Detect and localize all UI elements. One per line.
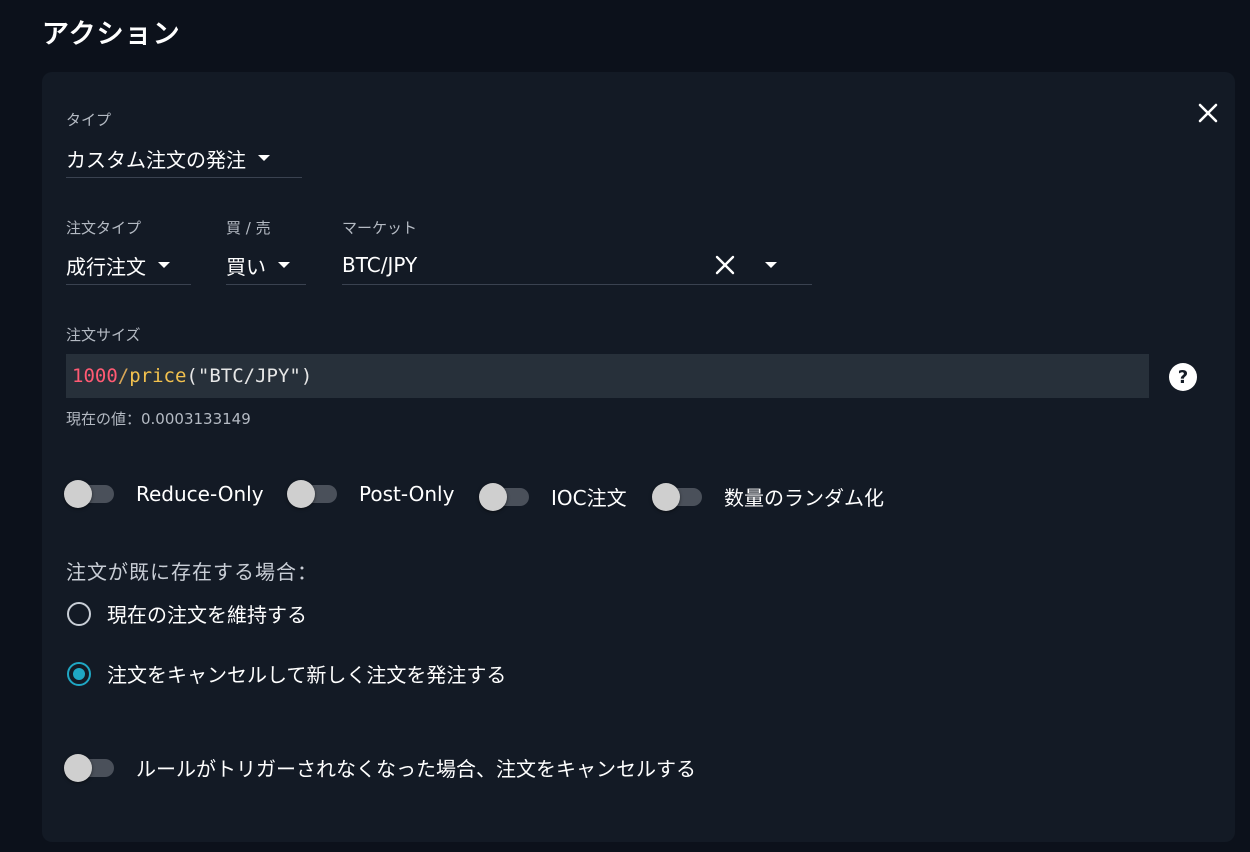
cancel-when-untriggered-label: ルールがトリガーされなくなった場合、注文をキャンセルする (136, 757, 696, 781)
market-value: BTC/JPY (342, 253, 418, 277)
order-size-formula[interactable]: 1000/price("BTC/JPY") (66, 354, 1149, 398)
toggle-track (64, 753, 114, 782)
side-field: 買 / 売 買い (226, 217, 306, 287)
market-select[interactable]: BTC/JPY (342, 246, 812, 285)
toggle-track (479, 482, 529, 511)
order-type-label: 注文タイプ (66, 219, 142, 237)
formula-operator: / (117, 365, 130, 387)
reduce-only-label: Reduce-Only (136, 482, 264, 506)
caret-down-icon (278, 262, 290, 268)
radio-keep-order-label: 現在の注文を維持する (107, 603, 307, 627)
toggle-track (652, 482, 702, 511)
radio-cancel-and-replace[interactable]: 注文をキャンセルして新しく注文を発注する (67, 659, 506, 688)
close-icon[interactable] (1195, 100, 1221, 126)
toggle-thumb (479, 482, 507, 511)
ioc-label: IOC注文 (551, 486, 627, 510)
reduce-only-toggle[interactable]: Reduce-Only (64, 480, 264, 508)
formula-paren-open: ( (186, 365, 198, 387)
type-select[interactable]: カスタム注文の発注 (66, 139, 302, 178)
toggle-thumb (287, 480, 315, 508)
caret-down-icon (258, 155, 270, 161)
toggle-thumb (64, 480, 92, 508)
order-type-select[interactable]: 成行注文 (66, 246, 191, 285)
type-value: カスタム注文の発注 (66, 147, 246, 172)
existing-order-label: 注文が既に存在する場合： (66, 560, 318, 584)
side-value: 買い (226, 254, 266, 279)
order-type-field: 注文タイプ 成行注文 (66, 217, 191, 287)
ioc-toggle[interactable]: IOC注文 (479, 482, 627, 511)
type-label: タイプ (66, 111, 112, 129)
help-icon[interactable]: ? (1169, 363, 1197, 391)
caret-down-icon (158, 262, 170, 268)
toggle-track (64, 480, 114, 508)
randomize-label: 数量のランダム化 (724, 486, 884, 510)
radio-keep-order[interactable]: 現在の注文を維持する (67, 599, 307, 628)
svg-text:?: ? (1178, 367, 1188, 388)
post-only-toggle[interactable]: Post-Only (287, 480, 455, 508)
radio-circle-checked (67, 661, 91, 686)
formula-paren-close: ) (300, 365, 313, 387)
post-only-label: Post-Only (359, 482, 455, 506)
toggle-track (287, 480, 337, 508)
side-label: 買 / 売 (226, 219, 271, 237)
cancel-when-untriggered-toggle[interactable]: ルールがトリガーされなくなった場合、注文をキャンセルする (64, 753, 696, 782)
randomize-toggle[interactable]: 数量のランダム化 (652, 482, 884, 511)
order-type-value: 成行注文 (66, 254, 146, 279)
toggle-thumb (652, 482, 680, 511)
formula-string: "BTC/JPY" (197, 365, 301, 387)
action-card: タイプ カスタム注文の発注 注文タイプ 成行注文 買 / 売 買い マーケット … (42, 72, 1235, 842)
radio-cancel-and-replace-label: 注文をキャンセルして新しく注文を発注する (107, 663, 507, 687)
order-size-label: 注文サイズ (66, 326, 141, 344)
type-field: タイプ カスタム注文の発注 (66, 109, 302, 179)
radio-circle (67, 601, 91, 626)
caret-down-icon[interactable] (765, 262, 777, 268)
formula-number: 1000 (72, 365, 118, 387)
toggle-thumb (64, 753, 92, 782)
side-select[interactable]: 買い (226, 246, 306, 285)
current-value-hint: 現在の値：0.0003133149 (66, 410, 251, 428)
market-field: マーケット BTC/JPY (342, 217, 812, 287)
formula-function: price (129, 365, 187, 387)
section-title: アクション (42, 19, 181, 50)
clear-icon[interactable] (714, 254, 736, 276)
market-label: マーケット (342, 219, 418, 237)
